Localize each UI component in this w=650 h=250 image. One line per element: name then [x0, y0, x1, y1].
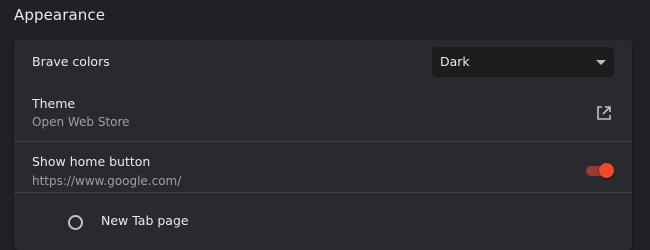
divider	[14, 141, 632, 142]
dropdown-caret-icon	[596, 60, 606, 65]
new-tab-page-radio[interactable]	[68, 215, 83, 230]
home-button-label: Show home button	[32, 154, 151, 169]
appearance-card: Brave colors Dark Theme Open Web Store S…	[14, 40, 632, 250]
brave-colors-select[interactable]: Dark	[432, 47, 614, 77]
section-title: Appearance	[14, 6, 106, 24]
open-in-new-icon[interactable]	[595, 104, 613, 122]
new-tab-page-label: New Tab page	[101, 213, 189, 228]
brave-colors-row: Brave colors Dark	[14, 40, 632, 84]
home-button-url: https://www.google.com/	[32, 174, 182, 188]
toggle-knob	[599, 163, 614, 178]
theme-sublabel: Open Web Store	[32, 115, 130, 129]
divider	[14, 192, 632, 193]
brave-colors-label: Brave colors	[32, 54, 110, 69]
brave-colors-selected-value: Dark	[440, 54, 470, 69]
theme-label: Theme	[32, 96, 76, 111]
home-button-toggle[interactable]	[586, 163, 614, 179]
